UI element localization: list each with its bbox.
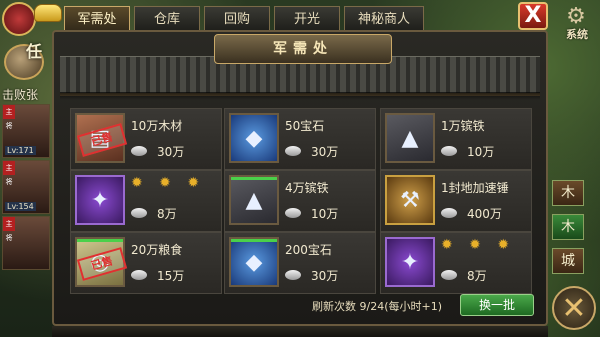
silver-icon — [131, 270, 147, 280]
hero-level: Lv:171 — [5, 146, 36, 155]
item-glyph: ✦ — [90, 187, 110, 213]
item-price: 30万 — [157, 145, 185, 159]
item-name: 20万粮食 — [131, 243, 183, 257]
shop-item[interactable]: ✦ ✹ ✹ ✹ 8万 — [380, 232, 532, 294]
iron-icon: ▲ — [385, 113, 435, 163]
gem-icon: ◆ — [229, 237, 279, 287]
item-name: 1万镔铁 — [441, 119, 485, 133]
hero-level: Lv:154 — [5, 202, 36, 211]
hero-card-3[interactable]: 主将 — [2, 216, 50, 270]
panel-title: 军需处 — [273, 41, 333, 57]
silver-icon — [285, 270, 301, 280]
system-button[interactable]: ⚙ 系统 — [557, 6, 597, 42]
left-hud: 任 击败张 主将 Lv:171 主将 Lv:154 主将 — [0, 0, 62, 337]
side-button-city[interactable]: 城 — [552, 248, 584, 274]
player-avatar[interactable] — [2, 2, 36, 36]
item-name: 200宝石 — [285, 243, 332, 257]
hero-card-2[interactable]: 主将 Lv:154 — [2, 160, 50, 214]
gear-icon: ⚙ — [566, 4, 586, 29]
item-price: 10万 — [467, 145, 495, 159]
item-price: 400万 — [467, 207, 502, 221]
silver-icon — [441, 208, 457, 218]
hero-tag: 主将 — [3, 217, 15, 242]
close-button[interactable]: X — [518, 2, 548, 30]
item-glyph: ⚒ — [400, 187, 420, 213]
shop-item[interactable]: ◆ 50宝石 30万 — [224, 108, 376, 170]
tab-mystery-merchant[interactable]: 神秘商人 — [344, 6, 424, 32]
item-price: 8万 — [157, 207, 177, 221]
shop-item[interactable]: ◎ 已售 20万粮食 15万 — [70, 232, 222, 294]
silver-icon — [441, 270, 457, 280]
shop-item[interactable]: ▤ 已售 10万木材 30万 — [70, 108, 222, 170]
refresh-button[interactable]: 换一批 — [460, 294, 534, 316]
item-glyph: ✦ — [400, 249, 420, 275]
silver-icon — [285, 146, 301, 156]
silver-icon — [131, 208, 147, 218]
system-label: 系统 — [566, 28, 588, 41]
tab-buyback[interactable]: 回购 — [204, 6, 270, 32]
item-name: 50宝石 — [285, 119, 325, 133]
wood-icon: ▤ 已售 — [75, 113, 128, 163]
hero-card-1[interactable]: 主将 Lv:171 — [2, 104, 50, 158]
gem-icon: ◆ — [229, 113, 279, 163]
item-price: 15万 — [157, 269, 185, 283]
panel-title-banner: 军需处 — [214, 34, 392, 64]
task-label: 任 — [26, 42, 43, 61]
shop-item[interactable]: ◆ 200宝石 30万 — [224, 232, 376, 294]
gold-ingot-icon — [34, 4, 62, 22]
tab-blessing[interactable]: 开光 — [274, 6, 340, 32]
item-glyph: ▲ — [245, 187, 263, 213]
shop-item[interactable]: ▲ 4万镔铁 10万 — [224, 170, 376, 232]
side-button-wood-2[interactable]: 木 — [552, 214, 584, 240]
star-rating: ✹ ✹ ✹ — [441, 237, 516, 253]
silver-icon — [131, 146, 147, 156]
hammer-icon: ⚒ — [385, 175, 435, 225]
purple-weapon-icon: ✦ — [385, 237, 435, 287]
item-glyph: ▲ — [401, 125, 419, 151]
iron-icon: ▲ — [229, 175, 279, 225]
shop-item[interactable]: ▲ 1万镔铁 10万 — [380, 108, 532, 170]
bottom-menu-strip — [52, 326, 548, 337]
item-name: 1封地加速锤 — [441, 181, 509, 195]
silver-icon — [441, 146, 457, 156]
quest-text: 击败张 — [2, 88, 39, 102]
grain-icon: ◎ 已售 — [75, 237, 128, 287]
silver-icon — [285, 208, 301, 218]
item-price: 10万 — [311, 207, 339, 221]
item-name: 10万木材 — [131, 119, 183, 133]
shop-item[interactable]: ✦ ✹ ✹ ✹ 8万 — [70, 170, 222, 232]
shop-item[interactable]: ⚒ 1封地加速锤 400万 — [380, 170, 532, 232]
item-glyph: ◆ — [245, 125, 263, 151]
item-price: 30万 — [311, 145, 339, 159]
purple-weapon-icon: ✦ — [75, 175, 125, 225]
big-close-icon[interactable]: ✕ — [552, 286, 596, 330]
item-name: 4万镔铁 — [285, 181, 329, 195]
star-rating: ✹ ✹ ✹ — [131, 175, 206, 191]
tab-warehouse[interactable]: 仓库 — [134, 6, 200, 32]
refresh-counter: 刷新次数 9/24(每小时+1) — [312, 300, 442, 313]
item-price: 30万 — [311, 269, 339, 283]
roof-shadow — [60, 92, 540, 100]
side-button-wood[interactable]: 木 — [552, 180, 584, 206]
hero-tag: 主将 — [3, 105, 15, 130]
hero-tag: 主将 — [3, 161, 15, 186]
item-price: 8万 — [467, 269, 487, 283]
item-glyph: ◆ — [245, 249, 263, 275]
